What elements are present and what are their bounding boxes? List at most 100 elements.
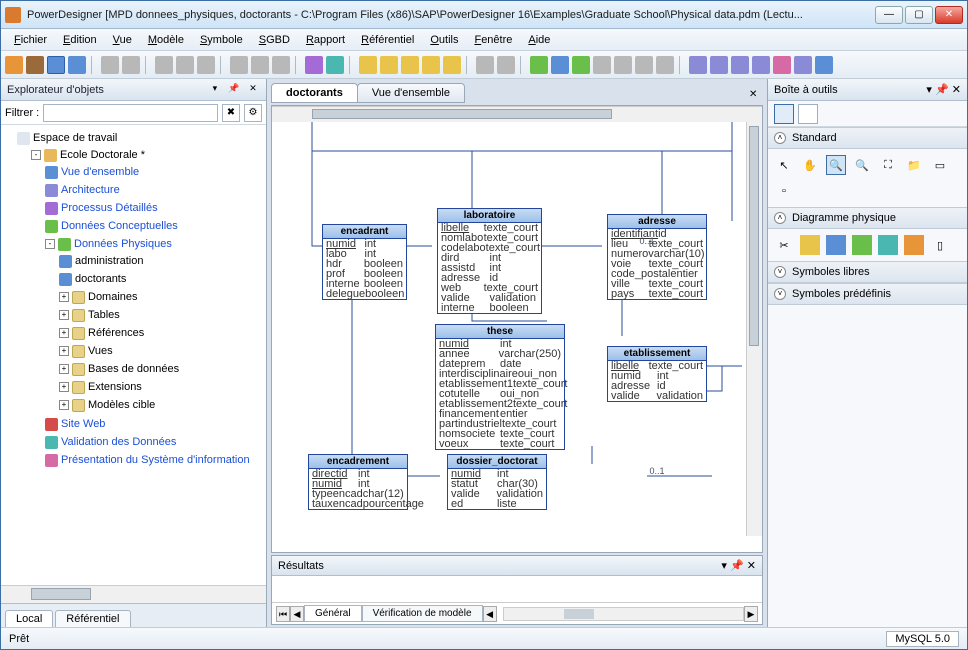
menu-referentiel[interactable]: Référentiel [354,32,421,48]
brush-icon[interactable] [551,56,569,74]
undo-icon[interactable] [230,56,248,74]
text-icon[interactable] [572,56,590,74]
tab-local[interactable]: Local [5,610,53,627]
scissors-icon[interactable]: ✂ [774,235,794,255]
results-nav-next[interactable]: ◀ [483,606,497,622]
view-list-icon[interactable] [798,104,818,124]
toolbox-close-icon[interactable]: ✕ [952,83,961,96]
twisty-icon[interactable]: + [59,328,69,338]
entity-laboratoire[interactable]: laboratoire libelletexte_courtnomlabotex… [437,208,542,314]
maximize-button[interactable]: ▢ [905,6,933,24]
align4-icon[interactable] [656,56,674,74]
entity-encadrement[interactable]: encadrement directidintnumidinttypeencad… [308,454,408,510]
toolbox-dropdown-icon[interactable]: ▾ [926,83,932,96]
save-icon[interactable] [47,56,65,74]
menu-fichier[interactable]: Fichier [7,32,54,48]
find-icon[interactable] [272,56,290,74]
entity-these[interactable]: these numidintanneevarchar(250)datepremd… [435,324,565,450]
view-grid-icon[interactable] [774,104,794,124]
close-panel-icon[interactable]: ✕ [246,83,260,97]
tree-ref[interactable]: Références [88,325,144,341]
zoom-in-icon[interactable]: 🔍 [826,155,846,175]
copy-icon[interactable] [176,56,194,74]
section-libres[interactable]: ˅ Symboles libres [768,261,967,283]
tab-vue-ensemble[interactable]: Vue d'ensemble [357,83,465,103]
results-hscrollbar[interactable] [503,607,744,621]
tree-mc[interactable]: Modèles cible [88,397,155,413]
entity-dossier[interactable]: dossier_doctorat numidintstatutchar(30)v… [447,454,547,510]
view-icon[interactable] [826,235,846,255]
tree-workspace[interactable]: Espace de travail [33,130,117,146]
section-predef[interactable]: ˅ Symboles prédéfinis [768,283,967,305]
tree-hscrollbar[interactable] [1,585,266,603]
tree-ext[interactable]: Extensions [88,379,142,395]
section-standard[interactable]: ˄ Standard [768,127,967,149]
results-pin-icon[interactable]: 📌 [730,559,744,572]
model3-icon[interactable] [401,56,419,74]
results-nav-first[interactable]: ⏮ [276,606,290,622]
tree-phys[interactable]: Données Physiques [74,236,172,252]
menu-modele[interactable]: Modèle [141,32,191,48]
layout4-icon[interactable] [752,56,770,74]
tree-bdd[interactable]: Bases de données [88,361,179,377]
align3-icon[interactable] [635,56,653,74]
results-tab-general[interactable]: Général [304,605,362,622]
ref-icon[interactable] [852,235,872,255]
win1-icon[interactable] [476,56,494,74]
twisty-icon[interactable]: - [45,239,55,249]
twisty-icon[interactable]: + [59,400,69,410]
tree-dom[interactable]: Domaines [88,289,138,305]
dropdown-icon[interactable]: ▾ [208,83,222,97]
tree-tab[interactable]: Tables [88,307,120,323]
tree-val[interactable]: Validation des Données [61,434,176,450]
results-dropdown-icon[interactable]: ▾ [721,559,727,572]
toolbox-pin-icon[interactable]: 📌 [935,83,949,96]
zoom-out-icon[interactable]: 🔍 [852,155,872,175]
menu-fenetre[interactable]: Fenêtre [467,32,519,48]
globe-icon[interactable] [326,56,344,74]
tree-doct[interactable]: doctorants [75,271,126,287]
tree-proc[interactable]: Processus Détaillés [61,200,158,216]
entity-encadrant[interactable]: encadrant numidintlabointhdrbooleenprofb… [322,224,407,300]
layout5-icon[interactable] [773,56,791,74]
tree-project[interactable]: Ecole Doctorale * [60,147,145,163]
menu-symbole[interactable]: Symbole [193,32,250,48]
pin-icon[interactable]: 📌 [227,83,241,97]
model4-icon[interactable] [422,56,440,74]
win2-icon[interactable] [497,56,515,74]
hand-icon[interactable]: ✋ [800,155,820,175]
model5-icon[interactable] [443,56,461,74]
twisty-icon[interactable]: + [59,292,69,302]
proc-icon[interactable] [878,235,898,255]
gear-icon[interactable] [904,235,924,255]
tree-vues[interactable]: Vues [88,343,113,359]
menu-rapport[interactable]: Rapport [299,32,352,48]
results-nav-prev[interactable]: ◀ [290,606,304,622]
layout7-icon[interactable] [815,56,833,74]
menu-aide[interactable]: Aide [521,32,557,48]
tree-pres[interactable]: Présentation du Système d'information [61,452,250,468]
table-icon[interactable] [800,235,820,255]
print-icon[interactable] [101,56,119,74]
pointer-icon[interactable]: ↖ [774,155,794,175]
menu-vue[interactable]: Vue [106,32,139,48]
paste-icon[interactable] [197,56,215,74]
diagram-hscrollbar[interactable] [272,106,762,122]
model1-icon[interactable] [359,56,377,74]
open-icon[interactable] [26,56,44,74]
layout3-icon[interactable] [731,56,749,74]
twisty-icon[interactable]: + [59,364,69,374]
twisty-icon[interactable]: + [59,310,69,320]
saveall-icon[interactable] [68,56,86,74]
tab-doctorants[interactable]: doctorants [271,83,358,103]
delete-icon[interactable]: ▫ [774,181,794,201]
object-tree[interactable]: Espace de travail - Ecole Doctorale * Vue… [1,125,266,585]
layout6-icon[interactable] [794,56,812,74]
section-physique[interactable]: ˄ Diagramme physique [768,207,967,229]
menu-outils[interactable]: Outils [423,32,465,48]
tree-conc[interactable]: Données Conceptuelles [61,218,178,234]
tab-referentiel[interactable]: Référentiel [55,610,130,627]
filter-clear-icon[interactable]: ✖ [222,104,240,122]
tree-vue[interactable]: Vue d'ensemble [61,164,139,180]
layout2-icon[interactable] [710,56,728,74]
